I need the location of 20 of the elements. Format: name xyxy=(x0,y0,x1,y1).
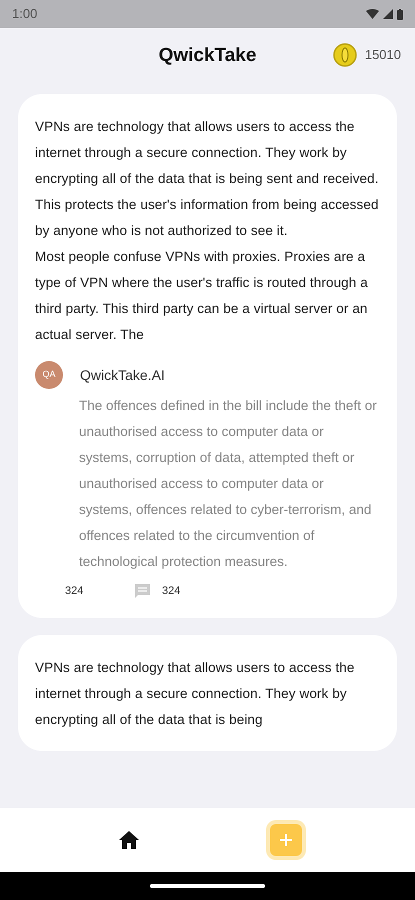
comment-count: 324 xyxy=(162,584,180,599)
app-title: QwickTake xyxy=(158,44,256,68)
author-name: QwickTake.AI xyxy=(80,366,165,385)
coin-count: 15010 xyxy=(364,46,401,64)
home-indicator[interactable] xyxy=(150,884,265,888)
wifi-icon xyxy=(366,9,379,19)
like-count: 324 xyxy=(65,584,84,599)
coin-icon xyxy=(332,43,357,67)
post-text: Most people confuse VPNs with proxies. Proxies are a type of VPN where the user's traffic is routed through a third party. This third party can be a virtual server or an actual server. The xyxy=(35,248,369,344)
post-text: VPNs are technology that allows users to access the internet through a secure connection. They work by encrypting all of the data that is being sent and received. This protects the user's information from being accessed by anyone who is not authorized to see it. xyxy=(35,118,380,240)
comment-icon xyxy=(134,583,151,600)
avatar: QA xyxy=(35,361,63,389)
post-text: VPNs are technology that allows users to access the internet through a secure connection. They work by encrypting all of the data that is being xyxy=(35,658,356,729)
home-icon xyxy=(118,831,139,849)
plus-icon xyxy=(279,833,294,847)
battery-icon xyxy=(397,8,403,20)
answer-text: The offences defined in the bill include the theft or unauthorised access to computer data or systems, corruption of data, attempted theft or unauthorised access to computer data or systems, offences related to cyber-terrorism, and offences related to the circumvention of technological protection measures. xyxy=(79,397,378,571)
add-button[interactable] xyxy=(270,824,302,856)
status-time: 1:00 xyxy=(12,5,38,24)
signal-icon xyxy=(383,9,393,19)
